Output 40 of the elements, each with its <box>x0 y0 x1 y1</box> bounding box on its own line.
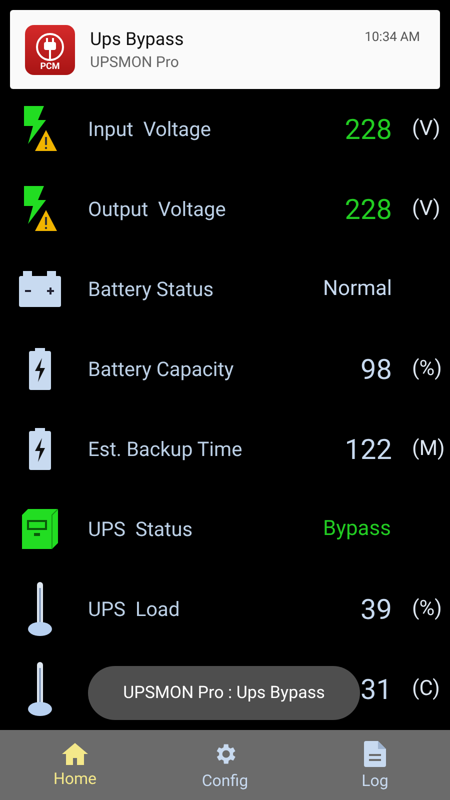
status-value: 228 <box>344 112 392 146</box>
status-value: Normal <box>322 277 392 301</box>
unit-label: (V) <box>411 197 440 221</box>
status-label: Output Voltage <box>87 197 226 221</box>
nav-tab[interactable]: Home <box>0 730 150 800</box>
status-value: 228 <box>344 192 392 226</box>
battery-icon <box>29 348 51 390</box>
status-value: 122 <box>344 432 392 466</box>
status-label: UPS Load <box>87 597 180 621</box>
notification-time: 10:34 AM <box>364 30 420 45</box>
home-icon <box>62 742 88 764</box>
lightning-warning-icon <box>22 106 58 152</box>
nav-tab[interactable]: Config <box>150 730 300 800</box>
status-value: 31 <box>360 672 392 706</box>
document-icon <box>364 740 386 766</box>
status-label: Input Voltage <box>87 117 212 141</box>
status-value: 39 <box>360 592 392 626</box>
app-logo: PCM <box>25 24 75 74</box>
notification-card[interactable]: PCM Ups Bypass UPSMON Pro 10:34 AM <box>10 10 440 89</box>
status-value: 98 <box>360 352 392 386</box>
unit-label: (C) <box>411 677 440 701</box>
app-name: UPSMON Pro <box>90 52 180 70</box>
notification-title: Ups Bypass <box>90 28 185 50</box>
status-label: Battery Capacity <box>87 357 234 381</box>
lightning-warning-icon <box>22 186 58 232</box>
thermometer-icon <box>28 582 52 636</box>
status-label: UPS Status <box>87 517 193 541</box>
unit-label: (%) <box>411 357 442 381</box>
unit-label: (M) <box>411 437 445 461</box>
toast-message: UPSMON Pro : Ups Bypass <box>88 666 360 720</box>
car-battery-icon <box>19 271 61 307</box>
ups-unit-icon <box>22 509 58 549</box>
status-label: Battery Status <box>87 277 214 301</box>
status-value: Bypass <box>322 517 391 541</box>
nav-tab[interactable]: Log <box>300 730 450 800</box>
thermometer-icon <box>28 662 52 716</box>
unit-label: (V) <box>411 117 440 141</box>
unit-label: (%) <box>411 597 442 621</box>
battery-icon <box>29 428 51 470</box>
status-label: Est. Backup Time <box>87 437 242 461</box>
